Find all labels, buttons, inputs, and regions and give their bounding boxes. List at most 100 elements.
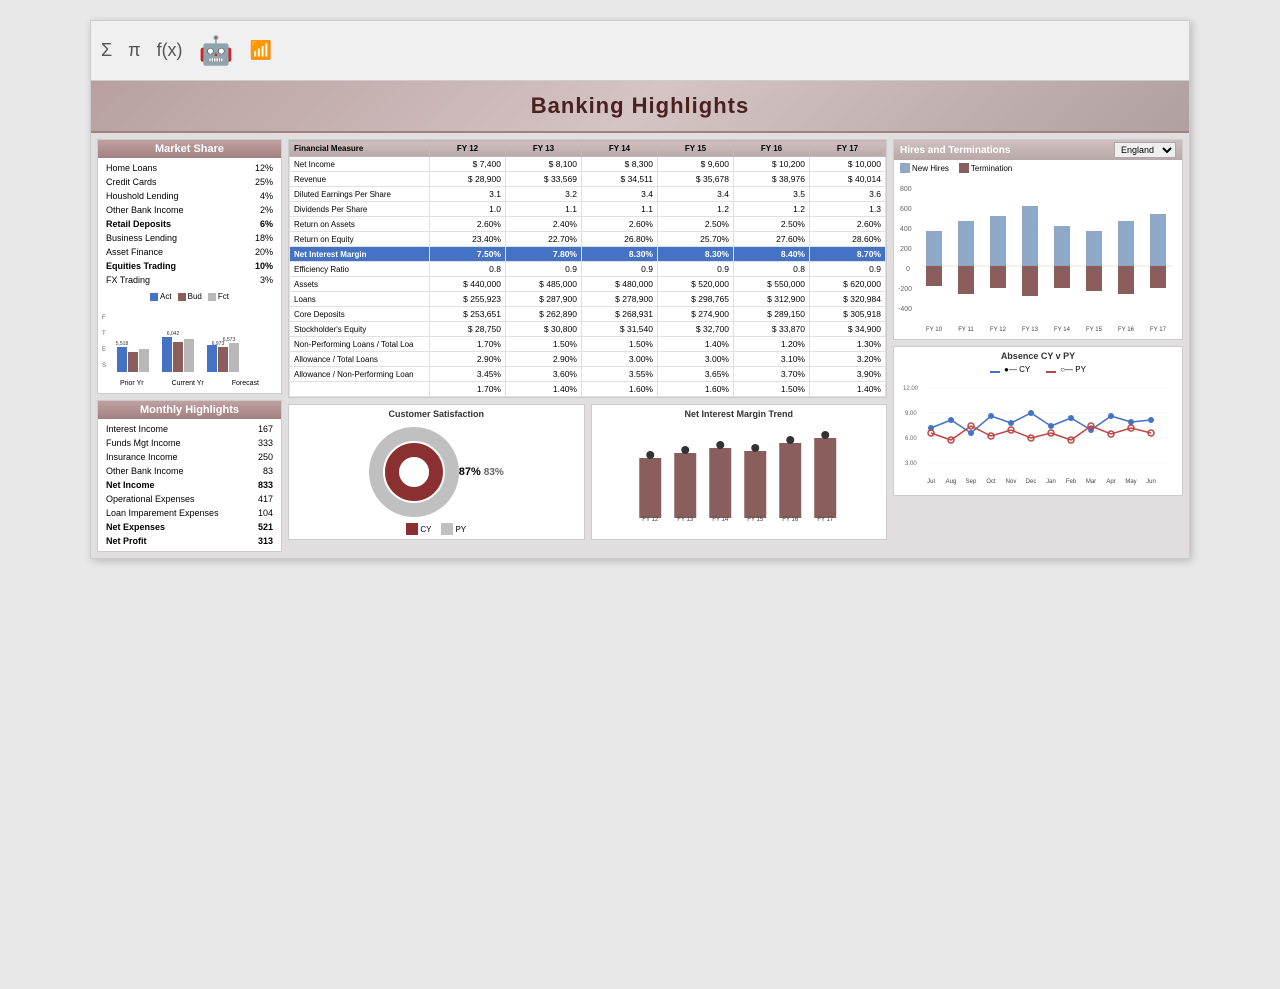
table-row: Revenue $ 28,900$ 33,569$ 34,511$ 35,678… xyxy=(290,172,886,187)
table-row: FX Trading3% xyxy=(104,274,275,286)
bud-color xyxy=(178,293,186,301)
left-panel: Market Share Home Loans12% Credit Cards2… xyxy=(97,139,282,552)
monthly-highlights-panel: Monthly Highlights Interest Income167 Fu… xyxy=(97,400,282,552)
table-row: Non-Performing Loans / Total Loa 1.70%1.… xyxy=(290,337,886,352)
fct-color xyxy=(208,293,216,301)
legend-py-absence: ○— PY xyxy=(1046,365,1086,374)
table-row: Equities Trading10% xyxy=(104,260,275,272)
table-row: Loans $ 255,923$ 287,900$ 278,900$ 298,7… xyxy=(290,292,886,307)
table-row: Allowance / Total Loans 2.90%2.90%3.00%3… xyxy=(290,352,886,367)
svg-text:FY 16: FY 16 xyxy=(1118,327,1135,333)
absence-chart-svg: 12.00 9.00 6.00 3.00 xyxy=(898,378,1178,488)
svg-text:3.00: 3.00 xyxy=(905,461,917,467)
table-row: Business Lending18% xyxy=(104,232,275,244)
svg-text:200: 200 xyxy=(900,246,912,253)
svg-text:Nov: Nov xyxy=(1006,479,1017,485)
absence-panel: Absence CY v PY ●— CY ○— PY 12.00 9.00 xyxy=(893,346,1183,496)
table-row: Credit Cards25% xyxy=(104,176,275,188)
financial-table-box: Financial Measure FY 12 FY 13 FY 14 FY 1… xyxy=(288,139,887,398)
table-row: Dividends Per Share 1.01.11.11.21.21.3 xyxy=(290,202,886,217)
pi-icon: π xyxy=(128,40,140,61)
donut-wrapper: 87% 83% xyxy=(293,423,580,521)
svg-text:E: E xyxy=(102,347,106,353)
hires-terminations-panel: Hires and Terminations England Scotland … xyxy=(893,139,1183,340)
nim-chart-svg: FY 12 FY 13 FY 14 FY 15 FY 16 xyxy=(596,423,883,523)
svg-text:FY 11: FY 11 xyxy=(958,327,974,333)
table-row: Net Expenses521 xyxy=(104,521,275,533)
table-row: Other Bank Income83 xyxy=(104,465,275,477)
table-row: Return on Equity 23.40%22.70%26.80%25.70… xyxy=(290,232,886,247)
legend-fct: Fct xyxy=(208,292,229,301)
svg-text:Mar: Mar xyxy=(1086,479,1096,485)
svg-text:-400: -400 xyxy=(898,306,912,313)
bar-labels: Prior Yr Current Yr Forecast xyxy=(102,380,277,387)
table-row: 1.70%1.40%1.60%1.60%1.50%1.40% xyxy=(290,382,886,397)
table-row: Asset Finance20% xyxy=(104,246,275,258)
table-row: Efficiency Ratio 0.80.90.90.90.80.9 xyxy=(290,262,886,277)
hires-legend: New Hires Termination xyxy=(894,160,1182,176)
customer-satisfaction-title: Customer Satisfaction xyxy=(293,409,580,419)
bottom-charts: Customer Satisfaction 87% 83% xyxy=(288,404,887,540)
hires-dropdown[interactable]: England Scotland Wales xyxy=(1114,142,1176,158)
svg-text:Jun: Jun xyxy=(1146,479,1156,485)
table-row: Allowance / Non-Performing Loan 3.45%3.6… xyxy=(290,367,886,382)
svg-text:FY 14: FY 14 xyxy=(1054,327,1071,333)
svg-text:FY 17: FY 17 xyxy=(817,517,834,523)
table-row: Funds Mgt Income333 xyxy=(104,437,275,449)
svg-text:FY 15: FY 15 xyxy=(747,517,764,523)
absence-title: Absence CY v PY xyxy=(898,351,1178,361)
svg-text:6.00: 6.00 xyxy=(905,436,917,442)
legend-act: Act xyxy=(150,292,172,301)
svg-text:FY 12: FY 12 xyxy=(990,327,1007,333)
svg-text:FY 10: FY 10 xyxy=(926,327,943,333)
header-banner: Banking Highlights xyxy=(91,81,1189,133)
nim-trend-chart: Net Interest Margin Trend FY 12 FY 13 FY… xyxy=(591,404,888,540)
table-row: Net Profit313 xyxy=(104,535,275,547)
hires-chart-svg: 800 600 400 200 0 -200 -400 FY 10 xyxy=(894,176,1182,336)
legend-py: PY xyxy=(441,523,466,535)
market-share-table: Home Loans12% Credit Cards25% Houshold L… xyxy=(98,158,281,290)
svg-text:600: 600 xyxy=(900,206,912,213)
table-row: Insurance Income250 xyxy=(104,451,275,463)
market-share-chart: F T E S xyxy=(102,307,277,377)
svg-text:6,042: 6,042 xyxy=(167,331,180,337)
market-share-header: Market Share xyxy=(98,140,281,158)
bar-chart-area: F T E S xyxy=(98,303,281,393)
legend-cy-absence: ●— CY xyxy=(990,365,1030,374)
absence-legend: ●— CY ○— PY xyxy=(898,365,1178,374)
sigma-icon: Σ xyxy=(101,40,112,61)
svg-text:Jul: Jul xyxy=(927,479,935,485)
donut-labels: 87% 83% xyxy=(459,466,504,478)
main-window: Σ π f(x) 🤖 📶 Banking Highlights Market S… xyxy=(90,20,1190,559)
svg-text:Jan: Jan xyxy=(1046,479,1056,485)
table-row: Other Bank Income2% xyxy=(104,204,275,216)
svg-text:-200: -200 xyxy=(898,286,912,293)
bar-chart-legend: Act Bud Fct xyxy=(98,290,281,303)
table-row: Loan Imparement Expenses104 xyxy=(104,507,275,519)
nim-trend-title: Net Interest Margin Trend xyxy=(596,409,883,419)
table-row: Operational Expenses417 xyxy=(104,493,275,505)
legend-new-hires: New Hires xyxy=(900,163,949,173)
table-row: Core Deposits $ 253,651$ 262,890$ 268,93… xyxy=(290,307,886,322)
legend-cy: CY xyxy=(406,523,431,535)
table-row: Home Loans12% xyxy=(104,162,275,174)
svg-text:800: 800 xyxy=(900,186,912,193)
table-row: Stockholder's Equity $ 28,750$ 30,800$ 3… xyxy=(290,322,886,337)
svg-text:Dec: Dec xyxy=(1026,479,1037,485)
signal-icon: 📶 xyxy=(249,40,271,61)
svg-text:Feb: Feb xyxy=(1066,479,1077,485)
svg-text:FY 17: FY 17 xyxy=(1150,327,1167,333)
fx-icon: f(x) xyxy=(157,40,183,61)
table-row: Houshold Lending4% xyxy=(104,190,275,202)
svg-text:FY 16: FY 16 xyxy=(782,517,799,523)
donut-chart xyxy=(369,427,459,517)
satisfaction-legend: CY PY xyxy=(293,523,580,535)
table-row: Interest Income167 xyxy=(104,423,275,435)
robot-mascot: 🤖 xyxy=(199,34,234,67)
customer-satisfaction-chart: Customer Satisfaction 87% 83% xyxy=(288,404,585,540)
svg-text:9.00: 9.00 xyxy=(905,411,917,417)
table-row: Return on Assets 2.60%2.40%2.60%2.50%2.5… xyxy=(290,217,886,232)
hires-title: Hires and Terminations xyxy=(900,145,1010,156)
page-title: Banking Highlights xyxy=(531,93,749,118)
svg-text:FY 13: FY 13 xyxy=(1022,327,1039,333)
